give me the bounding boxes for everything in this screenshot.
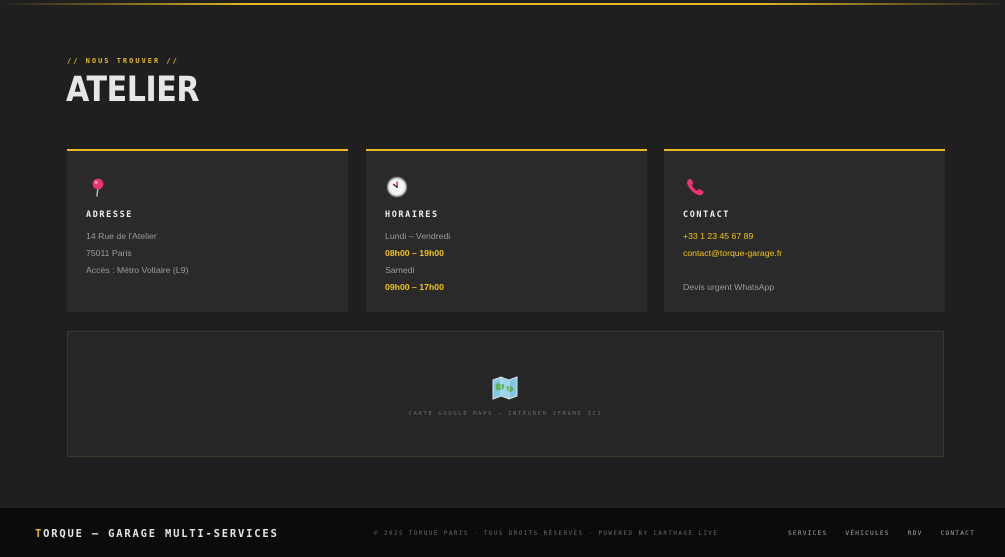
- address-street: 14 Rue de l'Atelier: [86, 231, 157, 241]
- footer-copyright: © 2025 TORQUE PARIS · TOUS DROITS RÉSERV…: [374, 531, 719, 537]
- hours-saturday-time: 09h00 – 17h00: [385, 282, 444, 292]
- contact-email-link[interactable]: contact@torque-garage.fr: [683, 248, 782, 258]
- footer-link-services[interactable]: SERVICES: [788, 530, 827, 537]
- footer-link-vehicles[interactable]: VÉHICULES: [845, 530, 889, 537]
- map-icon: [492, 376, 518, 400]
- contact-card: CONTACT +33 1 23 45 67 89 contact@torque…: [664, 149, 945, 312]
- whatsapp-quote-link[interactable]: Devis urgent WhatsApp: [683, 282, 774, 292]
- footer-brand[interactable]: TORQUE — GARAGE MULTI-SERVICES: [35, 528, 279, 540]
- hours-card: HORAIRES Lundi – Vendredi 08h00 – 19h00 …: [366, 149, 647, 312]
- footer: TORQUE — GARAGE MULTI-SERVICES © 2025 TO…: [0, 508, 1005, 557]
- hours-weekdays: Lundi – Vendredi: [385, 231, 451, 241]
- phone-icon: [687, 178, 704, 196]
- brand-initial: T: [35, 528, 44, 540]
- section-title: ATELIER: [66, 70, 200, 110]
- address-card: ADRESSE 14 Rue de l'Atelier 75011 Paris …: [67, 149, 348, 312]
- page: // NOUS TROUVER // ATELIER ADRESSE 14 Ru…: [0, 0, 1005, 557]
- hours-label: HORAIRES: [385, 210, 439, 220]
- top-accent-line: [0, 3, 1005, 5]
- section-eyebrow: // NOUS TROUVER //: [67, 57, 179, 65]
- footer-link-rdv[interactable]: RDV: [908, 530, 923, 537]
- pin-icon: [92, 178, 104, 197]
- footer-nav: SERVICES VÉHICULES RDV CONTACT: [770, 530, 975, 537]
- hours-weekdays-time: 08h00 – 19h00: [385, 248, 444, 258]
- map-placeholder[interactable]: CARTE GOOGLE MAPS — INTÉGRER IFRAME ICI: [67, 331, 944, 457]
- footer-link-contact[interactable]: CONTACT: [941, 530, 975, 537]
- contact-phone-link[interactable]: +33 1 23 45 67 89: [683, 231, 753, 241]
- hours-saturday: Samedi: [385, 265, 415, 275]
- map-caption: CARTE GOOGLE MAPS — INTÉGRER IFRAME ICI: [408, 411, 603, 417]
- brand-name: ORQUE — GARAGE MULTI-SERVICES: [43, 528, 279, 540]
- contact-label: CONTACT: [683, 210, 731, 220]
- clock-icon: [386, 176, 408, 198]
- address-city: 75011 Paris: [86, 248, 132, 258]
- address-label: ADRESSE: [86, 210, 134, 220]
- address-access: Accès : Métro Voltaire (L9): [86, 265, 189, 275]
